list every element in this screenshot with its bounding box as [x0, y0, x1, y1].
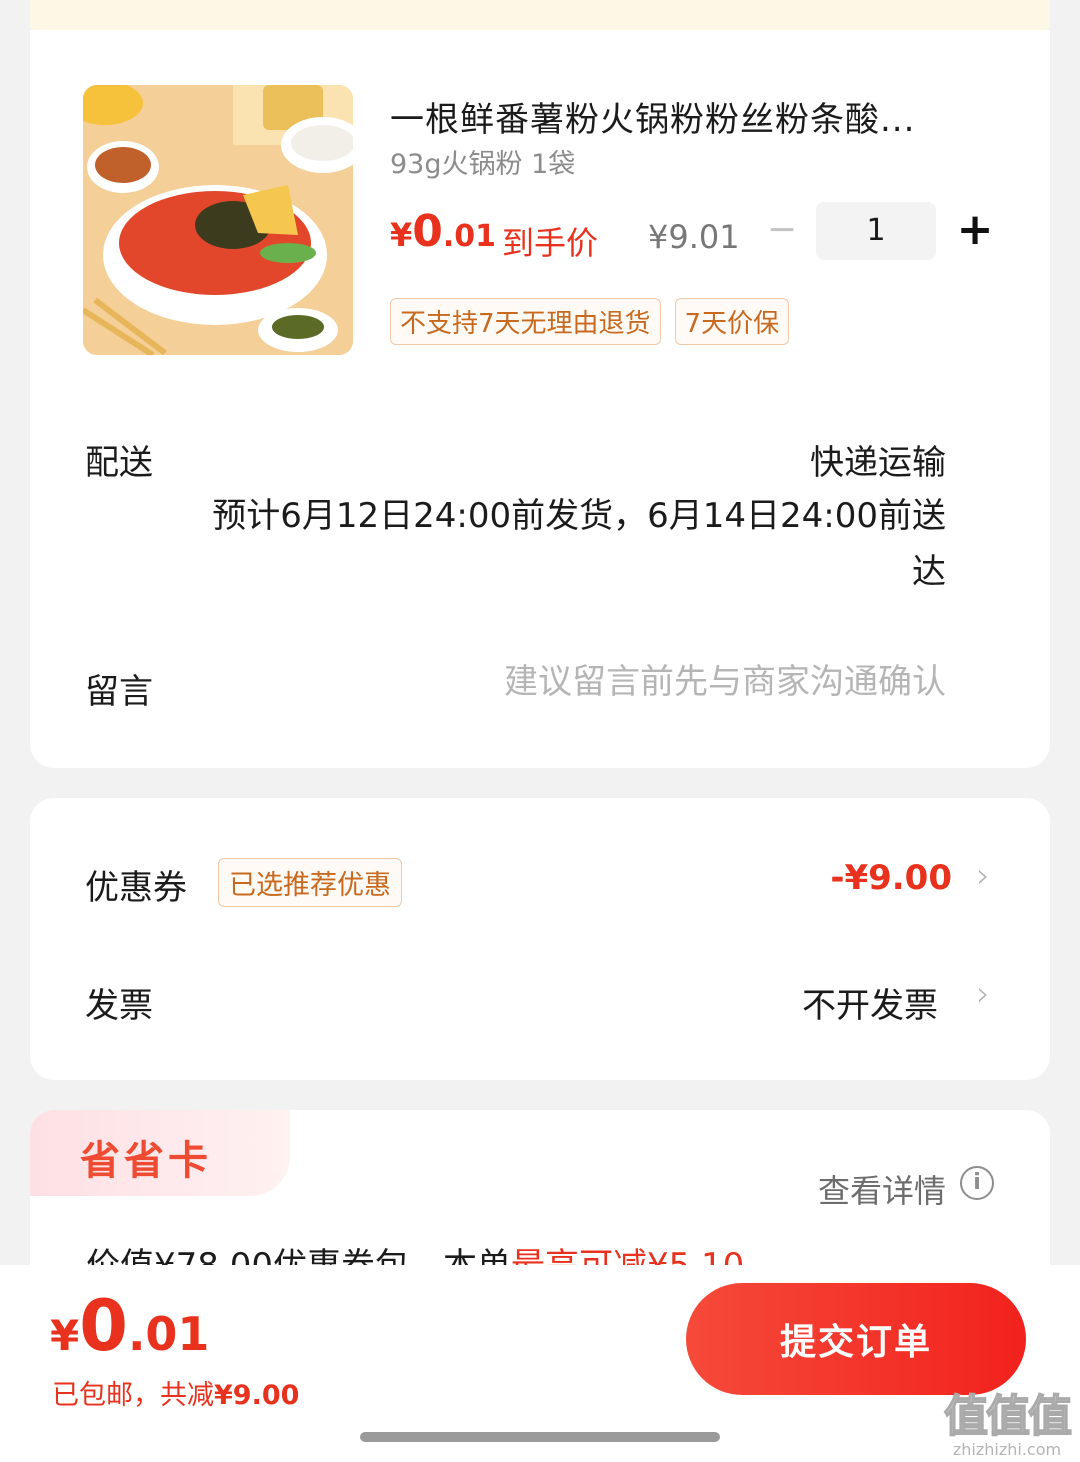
- decrease-quantity-button[interactable]: −: [762, 210, 802, 250]
- chevron-right-icon[interactable]: ›: [976, 974, 990, 1014]
- price-row: ¥0.01 到手价 ¥9.01 − 1 +: [390, 202, 1010, 268]
- checkout-bar: ¥0.01 已包邮，共减¥9.00 提交订单 值值值 zhizhizhi.com: [0, 1265, 1080, 1462]
- service-tag: 不支持7天无理由退货: [390, 298, 661, 345]
- coupon-invoice-card: 优惠券 已选推荐优惠 -¥9.00 › 发票 不开发票 ›: [30, 798, 1050, 1080]
- coupon-status-badge: 已选推荐优惠: [218, 858, 402, 907]
- home-indicator[interactable]: [360, 1432, 720, 1442]
- message-label: 留言: [85, 672, 153, 712]
- view-details-link[interactable]: 查看详情: [818, 1166, 946, 1212]
- service-tags: 不支持7天无理由退货 7天价保: [390, 298, 790, 345]
- delivery-label: 配送: [85, 443, 153, 483]
- total-price: ¥0.01: [50, 1285, 209, 1367]
- price-symbol: ¥: [390, 216, 413, 254]
- original-price: ¥9.01: [648, 218, 740, 256]
- watermark-url: zhizhizhi.com: [952, 1440, 1062, 1459]
- shipping-note: 已包邮，共减: [52, 1380, 214, 1411]
- service-tag[interactable]: 7天价保: [674, 298, 790, 345]
- coupon-label[interactable]: 优惠券: [85, 860, 187, 909]
- coupon-discount-value[interactable]: -¥9.00: [830, 858, 952, 898]
- product-title[interactable]: 一根鲜番薯粉火锅粉粉丝粉条酸...: [390, 92, 980, 141]
- price-decimal: .01: [442, 219, 497, 254]
- total-price-integer: 0: [79, 1285, 128, 1367]
- total-price-symbol: ¥: [50, 1311, 80, 1360]
- total-note: 已包邮，共减¥9.00: [52, 1373, 299, 1412]
- product-spec[interactable]: 93g火锅粉 1袋: [390, 142, 575, 181]
- watermark: 值值值 zhizhizhi.com: [943, 1380, 1073, 1459]
- quantity-field[interactable]: 1: [816, 202, 936, 260]
- final-price-label: 到手价: [502, 224, 599, 262]
- message-input[interactable]: [386, 662, 946, 702]
- info-icon[interactable]: i: [960, 1166, 994, 1200]
- noodle-bowl-illustration: [83, 85, 353, 355]
- delivery-estimate: 预计6月12日24:00前发货，6月14日24:00前送达: [212, 496, 946, 592]
- submit-order-button[interactable]: 提交订单: [686, 1283, 1026, 1395]
- total-price-decimal: .01: [127, 1307, 210, 1361]
- final-price: ¥0.01: [390, 206, 496, 257]
- chevron-right-icon[interactable]: ›: [976, 856, 990, 896]
- saving-card-title: 省省卡: [80, 1138, 212, 1184]
- watermark-logo: 值值值: [943, 1390, 1073, 1443]
- total-discount: ¥9.00: [214, 1380, 300, 1411]
- top-banner-strip: [30, 0, 1050, 30]
- product-image[interactable]: [83, 85, 353, 355]
- invoice-value[interactable]: 不开发票: [802, 978, 938, 1027]
- invoice-label[interactable]: 发票: [85, 978, 153, 1027]
- delivery-method: 快递运输: [810, 443, 946, 483]
- product-card: 一根鲜番薯粉火锅粉粉丝粉条酸... 93g火锅粉 1袋 ¥0.01 到手价 ¥9…: [30, 30, 1050, 768]
- price-integer: 0: [412, 206, 443, 257]
- increase-quantity-button[interactable]: +: [950, 208, 1000, 254]
